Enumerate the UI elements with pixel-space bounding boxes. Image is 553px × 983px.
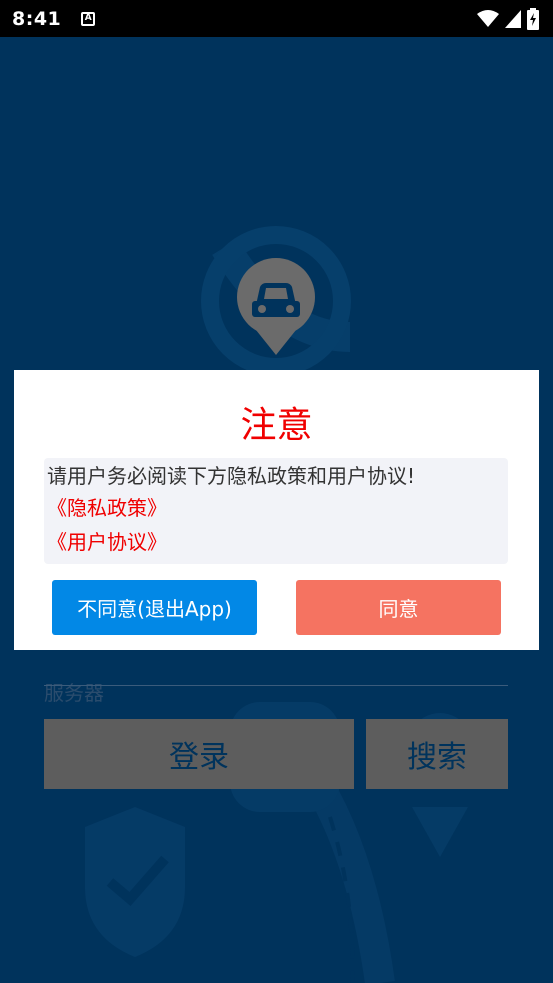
signal-icon bbox=[505, 9, 521, 28]
wifi-icon bbox=[477, 9, 499, 27]
notification-icon: A bbox=[81, 11, 96, 26]
privacy-policy-link[interactable]: 《隐私政策》 bbox=[47, 490, 505, 526]
status-icons bbox=[477, 7, 539, 30]
dialog-body: 请用户务必阅读下方隐私政策和用户协议! 《隐私政策》 《用户协议》 bbox=[44, 458, 508, 564]
disagree-exit-button[interactable]: 不同意(退出App) bbox=[52, 580, 257, 635]
status-bar: 8:41 A bbox=[0, 0, 553, 37]
dialog-message: 请用户务必阅读下方隐私政策和用户协议! bbox=[47, 464, 416, 488]
battery-icon bbox=[527, 7, 539, 30]
privacy-dialog: 注意 请用户务必阅读下方隐私政策和用户协议! 《隐私政策》 《用户协议》 不同意… bbox=[14, 370, 539, 650]
user-agreement-link[interactable]: 《用户协议》 bbox=[47, 526, 505, 558]
status-time: 8:41 bbox=[12, 7, 62, 30]
dialog-title: 注意 bbox=[240, 405, 313, 446]
agree-button[interactable]: 同意 bbox=[296, 580, 501, 635]
